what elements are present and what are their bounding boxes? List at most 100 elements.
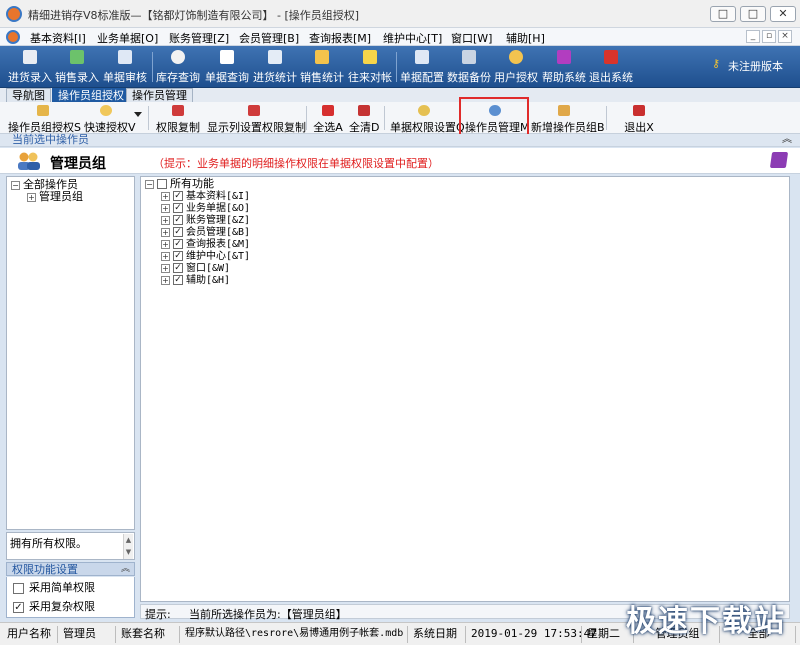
checkbox-checked-icon[interactable]: ✓: [173, 263, 183, 273]
doc-audit-icon: [118, 50, 132, 64]
menu-basic-data[interactable]: 基本资料[I]: [30, 30, 86, 46]
expand-toggle-icon[interactable]: +: [161, 203, 170, 213]
menu-help[interactable]: 辅助[H]: [506, 30, 545, 46]
help-system-button[interactable]: 帮助系统: [542, 48, 586, 86]
sub-toolbar: 操作员组授权S 快速授权V 权限复制 显示列设置权限复制 全选A 全清D 单据权…: [0, 102, 800, 134]
check-red-icon: [322, 105, 334, 116]
close-button[interactable]: ✕: [770, 6, 796, 22]
expand-toggle-icon[interactable]: +: [161, 191, 170, 201]
doc-config-button[interactable]: 单据配置: [400, 48, 444, 86]
checkbox-checked-icon[interactable]: ✓: [173, 227, 183, 237]
tab-operator-group-auth[interactable]: 操作员组授权: [52, 88, 130, 102]
exit-button[interactable]: 退出X: [624, 104, 654, 134]
checkbox-checked-icon[interactable]: ✓: [173, 203, 183, 213]
help-book-icon: [557, 50, 571, 64]
function-permission-tree: − 所有功能 + ✓ 基本资料[&I] + ✓ 业务单据[&O] + ✓ 账务管理[&Z] +…: [140, 176, 790, 602]
mdi-restore-button[interactable]: ▫: [762, 30, 776, 43]
main-toolbar: 进货录入 销售录入 单据审核 库存查询 单据查询 进货统计 销售统计 往来对帐 …: [0, 46, 800, 88]
checkbox-icon[interactable]: [157, 179, 167, 189]
checkbox-checked-icon[interactable]: ✓: [173, 191, 183, 201]
maximize-button[interactable]: □: [740, 6, 766, 22]
tab-navigation[interactable]: 导航图: [6, 88, 51, 102]
complex-permission-checkbox[interactable]: ✓ 采用复杂权限: [13, 601, 95, 613]
doc-permission-settings-button[interactable]: 单据权限设置Q: [390, 104, 465, 134]
sales-stats-icon: [315, 50, 329, 64]
description-scrollbar[interactable]: ▲ ▼: [123, 534, 133, 559]
hint-text: （提示：业务单据的明细操作权限在单据权限设置中配置）: [153, 157, 439, 170]
doc-query-button[interactable]: 单据查询: [205, 48, 249, 86]
checkbox-checked-icon[interactable]: ✓: [13, 601, 24, 613]
quick-auth-dropdown-icon[interactable]: [134, 112, 142, 117]
exit-system-button[interactable]: 退出系统: [589, 48, 633, 86]
clear-all-button[interactable]: 全清D: [349, 104, 379, 134]
column-permission-copy-button[interactable]: 显示列设置权限复制: [207, 104, 306, 134]
tree-item-function[interactable]: + ✓ 辅助[&H]: [161, 274, 230, 287]
mdi-minimize-button[interactable]: _: [746, 30, 760, 43]
expand-toggle-icon[interactable]: +: [161, 239, 170, 249]
tab-strip: 导航图 操作员组授权 操作员管理: [0, 88, 800, 102]
collapse-icon[interactable]: ︽: [121, 563, 130, 576]
checkbox-checked-icon[interactable]: ✓: [173, 239, 183, 249]
permission-settings-header[interactable]: 权限功能设置 ︽: [6, 562, 135, 576]
select-all-button[interactable]: 全选A: [313, 104, 343, 134]
mdi-close-button[interactable]: ×: [778, 30, 792, 43]
stock-query-icon: [171, 50, 185, 64]
expand-toggle-icon[interactable]: +: [161, 227, 170, 237]
account-reconcile-button[interactable]: 往来对帐: [348, 48, 392, 86]
app-logo-icon: [6, 6, 22, 22]
quick-auth-button[interactable]: 快速授权V: [84, 104, 136, 134]
simple-permission-checkbox[interactable]: 采用简单权限: [13, 582, 95, 594]
stock-query-button[interactable]: 库存查询: [156, 48, 200, 86]
expand-toggle-icon[interactable]: +: [161, 275, 170, 285]
user-group-icon: [18, 152, 40, 170]
tree-item-admin-group[interactable]: + 管理员组: [27, 191, 83, 203]
sales-entry-button[interactable]: 销售录入: [55, 48, 99, 86]
add-operator-group-button[interactable]: 新增操作员组B: [531, 104, 605, 134]
checkbox-icon[interactable]: [13, 582, 24, 594]
collapse-icon[interactable]: ︽: [782, 134, 792, 146]
group-description: 拥有所有权限。 ▲ ▼: [6, 532, 135, 560]
subtoolbar-separator: [384, 106, 385, 130]
menu-reports[interactable]: 查询报表[M]: [309, 30, 371, 46]
collapse-toggle-icon[interactable]: −: [11, 180, 20, 190]
minimize-button[interactable]: □: [710, 6, 736, 22]
book-icon[interactable]: [769, 152, 789, 168]
menu-accounting[interactable]: 账务管理[Z]: [169, 30, 229, 46]
permission-copy-icon: [172, 105, 184, 116]
expand-toggle-icon[interactable]: +: [161, 263, 170, 273]
add-group-icon: [558, 105, 570, 116]
menu-members[interactable]: 会员管理[B]: [239, 30, 299, 46]
permission-copy-button[interactable]: 权限复制: [155, 104, 201, 134]
menu-business-docs[interactable]: 业务单据[O]: [97, 30, 158, 46]
tree-item-all-functions[interactable]: − 所有功能: [145, 178, 214, 190]
expand-toggle-icon[interactable]: +: [161, 215, 170, 225]
tab-operator-management[interactable]: 操作员管理: [126, 88, 193, 102]
user-auth-button[interactable]: 用户授权: [494, 48, 538, 86]
checkbox-checked-icon[interactable]: ✓: [173, 215, 183, 225]
group-auth-button[interactable]: 操作员组授权S: [8, 104, 81, 134]
exit-door-icon: [604, 50, 618, 64]
menu-maintenance[interactable]: 维护中心[T]: [383, 30, 442, 46]
status-date-label: 系统日期: [410, 626, 466, 643]
hint-label: 提示:: [145, 608, 171, 621]
operator-tree: − 全部操作员 + 管理员组: [6, 176, 135, 530]
sales-stats-button[interactable]: 销售统计: [300, 48, 344, 86]
purchase-stats-button[interactable]: 进货统计: [253, 48, 297, 86]
data-backup-button[interactable]: 数据备份: [447, 48, 491, 86]
checkbox-checked-icon[interactable]: ✓: [173, 275, 183, 285]
exit-icon: [633, 105, 645, 116]
clear-icon: [358, 105, 370, 116]
expand-toggle-icon[interactable]: +: [161, 251, 170, 261]
toolbar-separator: [152, 52, 153, 82]
purchase-entry-icon: [23, 50, 37, 64]
column-copy-icon: [248, 105, 260, 116]
doc-audit-button[interactable]: 单据审核: [103, 48, 147, 86]
quick-auth-icon: [100, 105, 112, 116]
collapse-toggle-icon[interactable]: −: [145, 179, 154, 189]
subtoolbar-separator: [606, 106, 607, 130]
purchase-entry-button[interactable]: 进货录入: [8, 48, 52, 86]
checkbox-checked-icon[interactable]: ✓: [173, 251, 183, 261]
menu-window[interactable]: 窗口[W]: [451, 30, 492, 46]
status-user-label: 用户名称: [4, 626, 58, 643]
expand-toggle-icon[interactable]: +: [27, 192, 36, 202]
